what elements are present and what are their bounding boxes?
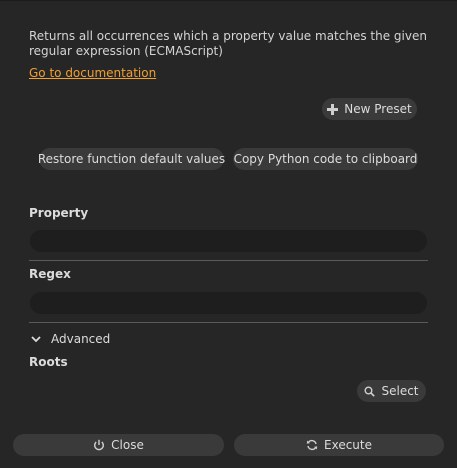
function-panel: Returns all occurrences which a property… <box>0 0 457 468</box>
advanced-label: Advanced <box>51 332 111 346</box>
restore-defaults-button[interactable]: Restore function default values <box>38 148 225 170</box>
divider <box>29 260 428 261</box>
function-description: Returns all occurrences which a property… <box>29 29 427 58</box>
power-icon <box>93 439 105 451</box>
chevron-down-icon <box>31 335 41 343</box>
new-preset-button[interactable]: New Preset <box>322 98 417 120</box>
regex-label: Regex <box>29 267 71 281</box>
regex-input[interactable] <box>30 292 427 314</box>
property-label: Property <box>29 206 89 220</box>
select-button[interactable]: Select <box>357 380 426 402</box>
property-input[interactable] <box>30 230 427 252</box>
refresh-icon <box>306 439 318 451</box>
advanced-toggle[interactable]: Advanced <box>31 332 110 346</box>
execute-label: Execute <box>324 438 372 452</box>
roots-label: Roots <box>29 355 68 369</box>
close-button[interactable]: Close <box>13 434 224 456</box>
select-label: Select <box>381 384 419 398</box>
documentation-link[interactable]: Go to documentation <box>29 66 156 80</box>
new-preset-label: New Preset <box>344 102 412 116</box>
copy-python-button[interactable]: Copy Python code to clipboard <box>233 148 418 170</box>
close-label: Close <box>111 438 144 452</box>
execute-button[interactable]: Execute <box>234 434 444 456</box>
plus-icon <box>327 103 339 115</box>
divider <box>29 322 428 323</box>
search-icon <box>364 386 376 397</box>
